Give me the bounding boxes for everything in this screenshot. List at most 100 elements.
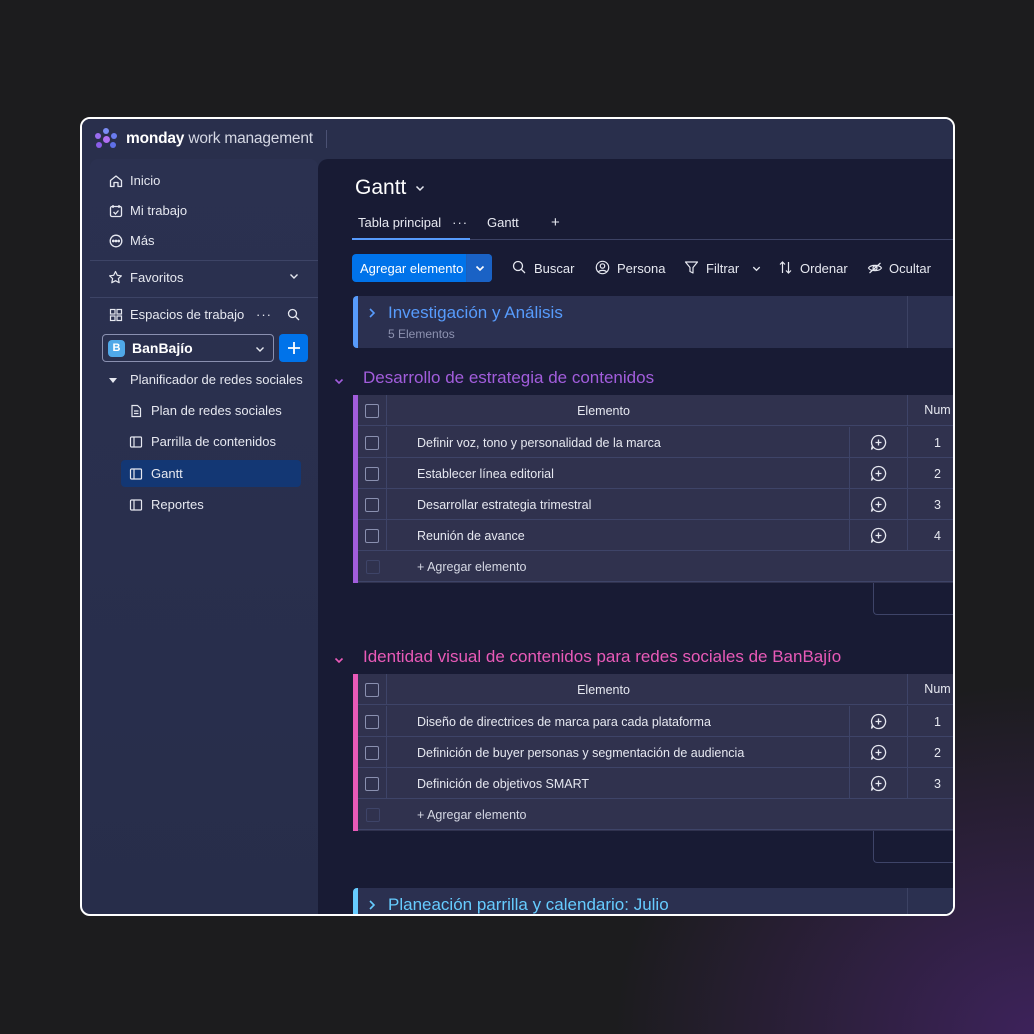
- sidebar-item-parrilla[interactable]: Parrilla de contenidos: [121, 428, 301, 455]
- board-title[interactable]: Gantt: [355, 176, 426, 200]
- row-select-cell[interactable]: [358, 458, 387, 489]
- checkbox[interactable]: [365, 776, 379, 791]
- sidebar-item-mas[interactable]: Más: [108, 233, 155, 248]
- table-row[interactable]: Definir voz, tono y personalidad de la m…: [358, 427, 953, 458]
- table-row[interactable]: Desarrollar estrategia trimestral 3: [358, 489, 953, 520]
- group-title[interactable]: Planeación parrilla y calendario: Julio: [388, 895, 669, 914]
- group-summary-cell: [907, 888, 953, 914]
- item-name[interactable]: Desarrollar estrategia trimestral: [417, 498, 591, 512]
- row-select-cell[interactable]: [358, 427, 387, 458]
- more-dots-icon[interactable]: ···: [256, 307, 272, 322]
- brand-name[interactable]: monday work management: [126, 130, 313, 148]
- tab-gantt[interactable]: Gantt: [487, 215, 519, 240]
- column-header-elemento[interactable]: Elemento: [358, 683, 849, 697]
- more-dots-icon[interactable]: ···: [452, 215, 468, 230]
- checkbox[interactable]: [365, 528, 379, 543]
- row-select-cell[interactable]: [358, 706, 387, 737]
- add-update-button[interactable]: [849, 768, 907, 799]
- sidebar-item-gantt[interactable]: Gantt: [121, 460, 301, 487]
- chevron-down-icon[interactable]: [751, 263, 762, 274]
- group-header-identidad[interactable]: Identidad visual de contenidos para rede…: [334, 647, 841, 667]
- updates-column-header: [849, 674, 907, 705]
- sidebar-item-inicio[interactable]: Inicio: [108, 173, 160, 188]
- chevron-down-icon[interactable]: [333, 651, 345, 671]
- item-name[interactable]: Definición de objetivos SMART: [417, 777, 589, 791]
- add-update-button[interactable]: [849, 489, 907, 520]
- column-header-num[interactable]: Num: [907, 395, 953, 426]
- tab-tabla-principal[interactable]: Tabla principal ···: [352, 215, 470, 240]
- row-select-cell[interactable]: [358, 737, 387, 768]
- sort-icon: [778, 260, 794, 276]
- search-button[interactable]: Buscar: [512, 254, 574, 282]
- checkbox[interactable]: [365, 435, 379, 450]
- column-header-num[interactable]: Num: [907, 674, 953, 705]
- add-update-button[interactable]: [849, 458, 907, 489]
- hide-button[interactable]: Ocultar: [867, 254, 931, 282]
- sort-button[interactable]: Ordenar: [778, 254, 848, 282]
- divider: [90, 260, 318, 261]
- person-filter-button[interactable]: Persona: [595, 254, 665, 282]
- column-header-elemento[interactable]: Elemento: [358, 404, 849, 418]
- folder-item[interactable]: Planificador de redes sociales: [108, 372, 303, 387]
- group-planeacion[interactable]: Planeación parrilla y calendario: Julio: [353, 888, 953, 914]
- checkbox[interactable]: [365, 497, 379, 512]
- sidebar-item-reportes[interactable]: Reportes: [121, 491, 301, 518]
- sidebar-item-plan-redes[interactable]: Plan de redes sociales: [121, 397, 301, 424]
- checkbox[interactable]: [365, 714, 379, 729]
- num-cell[interactable]: 1: [907, 427, 953, 458]
- item-name[interactable]: Establecer línea editorial: [417, 467, 554, 481]
- add-update-button[interactable]: [849, 520, 907, 551]
- item-name[interactable]: Definición de buyer personas y segmentac…: [417, 746, 744, 760]
- group-title[interactable]: Investigación y Análisis: [388, 303, 563, 323]
- add-update-button[interactable]: [849, 706, 907, 737]
- add-view-button[interactable]: +: [551, 214, 560, 239]
- sidebar-item-mi-trabajo[interactable]: Mi trabajo: [108, 203, 187, 218]
- app-window: monday work management Inicio Mi trabajo…: [80, 117, 955, 916]
- chevron-right-icon[interactable]: [366, 306, 378, 324]
- add-item-input[interactable]: + Agregar elemento: [417, 808, 526, 822]
- chevron-down-icon[interactable]: [466, 254, 492, 282]
- num-cell[interactable]: 3: [907, 489, 953, 520]
- document-icon: [129, 404, 143, 418]
- checkbox[interactable]: [365, 745, 379, 760]
- search-icon[interactable]: [287, 308, 300, 324]
- num-cell[interactable]: 2: [907, 458, 953, 489]
- button-label: Filtrar: [706, 260, 740, 276]
- num-cell[interactable]: 1: [907, 706, 953, 737]
- table-row[interactable]: Diseño de directrices de marca para cada…: [358, 706, 953, 737]
- tab-label: Tabla principal: [358, 215, 442, 230]
- table-row[interactable]: Establecer línea editorial 2: [358, 458, 953, 489]
- toolbar: Agregar elemento Buscar Persona Filtrar …: [352, 254, 953, 282]
- main-board: Gantt Tabla principal ··· Gantt + Agrega…: [318, 159, 953, 914]
- num-cell[interactable]: 2: [907, 737, 953, 768]
- row-select-cell[interactable]: [358, 768, 387, 799]
- add-item-input[interactable]: + Agregar elemento: [417, 560, 526, 574]
- add-workspace-button[interactable]: [279, 334, 308, 362]
- chevron-down-icon[interactable]: [333, 372, 345, 392]
- new-item-button[interactable]: Agregar elemento: [352, 254, 492, 282]
- chevron-right-icon[interactable]: [366, 898, 378, 914]
- workspace-select[interactable]: B BanBajío: [102, 334, 274, 362]
- chat-plus-icon: [870, 744, 887, 761]
- table-row[interactable]: Reunión de avance 4: [358, 520, 953, 551]
- sidebar-workspaces[interactable]: Espacios de trabajo ···: [108, 307, 304, 322]
- num-cell[interactable]: 4: [907, 520, 953, 551]
- row-select-cell[interactable]: [358, 489, 387, 520]
- add-update-button[interactable]: [849, 427, 907, 458]
- add-item-row[interactable]: + Agregar elemento: [358, 551, 953, 582]
- item-name[interactable]: Diseño de directrices de marca para cada…: [417, 715, 711, 729]
- group-header-desarrollo[interactable]: Desarrollo de estrategia de contenidos: [334, 368, 654, 388]
- item-name[interactable]: Reunión de avance: [417, 529, 525, 543]
- item-name[interactable]: Definir voz, tono y personalidad de la m…: [417, 436, 661, 450]
- sidebar-favorites[interactable]: Favoritos: [108, 270, 304, 285]
- filter-button[interactable]: Filtrar: [684, 254, 762, 282]
- row-select-cell[interactable]: [358, 520, 387, 551]
- add-update-button[interactable]: [849, 737, 907, 768]
- table-row[interactable]: Definición de objetivos SMART 3: [358, 768, 953, 799]
- more-tools-icon[interactable]: [953, 261, 955, 275]
- checkbox[interactable]: [365, 466, 379, 481]
- add-item-row[interactable]: + Agregar elemento: [358, 799, 953, 830]
- num-cell[interactable]: 3: [907, 768, 953, 799]
- table-row[interactable]: Definición de buyer personas y segmentac…: [358, 737, 953, 768]
- group-investigacion[interactable]: Investigación y Análisis 5 Elementos: [353, 296, 953, 348]
